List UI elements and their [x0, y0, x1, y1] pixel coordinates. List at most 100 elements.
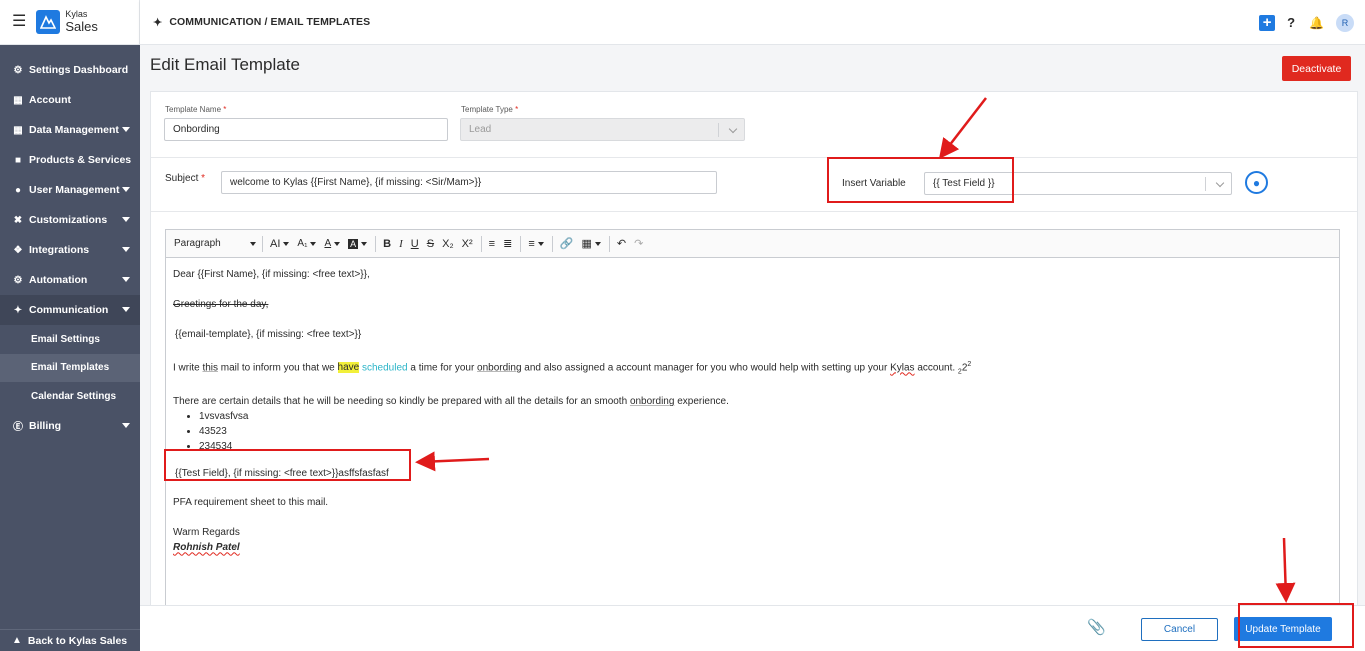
- sidebar-subitem-email-templates[interactable]: Email Templates: [0, 353, 140, 382]
- text-run: I write: [173, 362, 203, 374]
- chevron-down-icon: [122, 277, 130, 282]
- template-name-input[interactable]: Onbording: [164, 118, 448, 141]
- plug-icon: ❖: [13, 244, 23, 256]
- sidebar-item-customizations[interactable]: ✖ Customizations: [0, 205, 140, 235]
- breadcrumb: ✦ COMMUNICATION / EMAIL TEMPLATES: [153, 16, 370, 29]
- update-template-button[interactable]: Update Template: [1234, 617, 1332, 641]
- text-run: account.: [914, 362, 958, 374]
- bold-icon[interactable]: B: [383, 238, 391, 250]
- sidebar-item-label: Integrations: [29, 244, 90, 256]
- subject-value: welcome to Kylas {{First Name}, {if miss…: [230, 177, 482, 188]
- chevron-down-icon: [122, 247, 130, 252]
- text-run: and also assigned a account manager for …: [521, 362, 891, 374]
- toolbar-separator: [262, 235, 263, 252]
- sidebar-item-integrations[interactable]: ❖ Integrations: [0, 235, 140, 265]
- gear-icon: ⚙: [13, 64, 23, 76]
- template-name-label: Template Name *: [165, 105, 226, 114]
- chevron-down-icon: [122, 187, 130, 192]
- numbered-list-icon[interactable]: ≣: [503, 237, 512, 250]
- paperclip-icon[interactable]: 📎: [1087, 618, 1106, 636]
- link-icon[interactable]: 🔗: [560, 237, 574, 250]
- editor-content[interactable]: Dear {{First Name}, {if missing: <free t…: [166, 258, 1339, 564]
- add-button[interactable]: +: [1259, 14, 1276, 31]
- insert-variable-label: Insert Variable: [842, 178, 906, 189]
- colored-text: scheduled: [361, 362, 408, 374]
- sidebar-item-label: Settings Dashboard: [29, 64, 129, 76]
- subscript-icon[interactable]: X₂: [442, 238, 454, 250]
- sidebar-item-label: Automation: [29, 274, 88, 286]
- sidebar-item-billing[interactable]: Ⓔ Billing: [0, 411, 140, 441]
- chevron-down-icon: [250, 241, 256, 246]
- background-color-button[interactable]: A: [348, 238, 368, 249]
- lightbulb-icon[interactable]: ●: [1245, 171, 1268, 194]
- box-icon: ■: [14, 154, 22, 166]
- superscript-icon[interactable]: X²: [462, 238, 473, 250]
- divider: [151, 211, 1357, 212]
- cancel-button[interactable]: Cancel: [1141, 618, 1218, 641]
- toolbar-separator: [480, 235, 482, 252]
- template-type-value: Lead: [469, 124, 492, 135]
- redo-icon[interactable]: ↷: [634, 237, 643, 250]
- font-color-button[interactable]: A: [324, 238, 341, 249]
- sidebar-item-communication[interactable]: ✦ Communication: [0, 295, 140, 325]
- sidebar-item-automation[interactable]: ⚙ Automation: [0, 265, 140, 295]
- align-button[interactable]: ≡: [528, 237, 544, 250]
- account-icon: ▦: [13, 94, 23, 106]
- sidebar-subitem-email-settings[interactable]: Email Settings: [0, 325, 140, 354]
- sidebar-subitem-label: Email Settings: [31, 333, 100, 345]
- undo-icon[interactable]: ↶: [617, 237, 626, 250]
- template-name-label-text: Template Name: [165, 105, 222, 114]
- satellite-icon: ✦: [153, 16, 163, 29]
- align-left-icon: ≡: [528, 237, 535, 250]
- cogs-icon: ⚙: [13, 274, 23, 286]
- font-color-icon: A: [324, 238, 332, 249]
- toolbar-separator: [608, 235, 610, 252]
- paragraph-dropdown[interactable]: Paragraph: [174, 238, 256, 249]
- underline-icon[interactable]: U: [411, 238, 419, 250]
- toolbar-separator: [375, 235, 377, 252]
- chevron-down-icon: [122, 422, 130, 428]
- subject-label-text: Subject: [165, 173, 199, 184]
- sidebar-item-label: Account: [29, 94, 71, 106]
- template-name-value: Onbording: [173, 124, 220, 135]
- subject-input[interactable]: welcome to Kylas {{First Name}, {if miss…: [221, 171, 717, 194]
- list-item: 234534: [199, 439, 1332, 454]
- chevron-down-icon: [283, 241, 290, 246]
- table-button[interactable]: ▦: [581, 237, 601, 250]
- insert-variable-select[interactable]: {{ Test Field }}: [924, 172, 1232, 195]
- text-run: Kylas: [890, 362, 915, 374]
- text-run: experience.: [674, 396, 729, 408]
- hamburger-icon[interactable]: ☰: [12, 14, 26, 30]
- strikethrough-icon[interactable]: S: [427, 238, 434, 250]
- back-to-kylas-link[interactable]: ▲ Back to Kylas Sales: [0, 629, 140, 651]
- sidebar-item-products-services[interactable]: ■ Products & Services: [0, 145, 140, 175]
- editor-toolbar: Paragraph AI A₁ A A B I U S X₂ X² ≡ ≣ ≡ …: [166, 230, 1339, 258]
- bell-icon[interactable]: 🔔: [1309, 16, 1324, 30]
- sidebar-subitem-calendar-settings[interactable]: Calendar Settings: [0, 382, 140, 411]
- italic-icon[interactable]: I: [399, 238, 403, 250]
- template-form-card: Template Name * Onbording Template Type …: [150, 91, 1358, 651]
- bulleted-list-icon[interactable]: ≡: [489, 238, 495, 250]
- sidebar-item-settings-dashboard[interactable]: ⚙ Settings Dashboard: [0, 55, 140, 85]
- font-family-button[interactable]: A₁: [297, 238, 317, 249]
- avatar[interactable]: R: [1336, 13, 1354, 32]
- font-size-button[interactable]: AI: [270, 238, 290, 250]
- body-line: {{Test Field}, {if missing: <free text>}…: [175, 468, 389, 480]
- kylas-logo-icon[interactable]: [36, 10, 61, 34]
- highlighted-text: have: [337, 362, 360, 374]
- help-icon[interactable]: ?: [1287, 15, 1295, 30]
- chevron-down-icon: [334, 241, 341, 246]
- deactivate-button[interactable]: Deactivate: [1282, 56, 1351, 81]
- body-line: {{email-template}, {if missing: <free te…: [175, 329, 362, 340]
- page-title: Edit Email Template: [150, 55, 300, 74]
- text-run: onbording: [629, 396, 675, 408]
- required-mark: *: [223, 105, 227, 114]
- insert-variable-value: {{ Test Field }}: [933, 178, 995, 189]
- sidebar-item-data-management[interactable]: ▦ Data Management: [0, 115, 140, 145]
- template-type-label-text: Template Type: [461, 105, 513, 114]
- sidebar-item-label: User Management: [29, 184, 120, 196]
- chevron-down-icon: [310, 241, 317, 246]
- sidebar-item-user-management[interactable]: ● User Management: [0, 175, 140, 205]
- bullet-list: 1vsvasfvsa 43523 234534: [199, 409, 1332, 454]
- sidebar-item-account[interactable]: ▦ Account: [0, 85, 140, 115]
